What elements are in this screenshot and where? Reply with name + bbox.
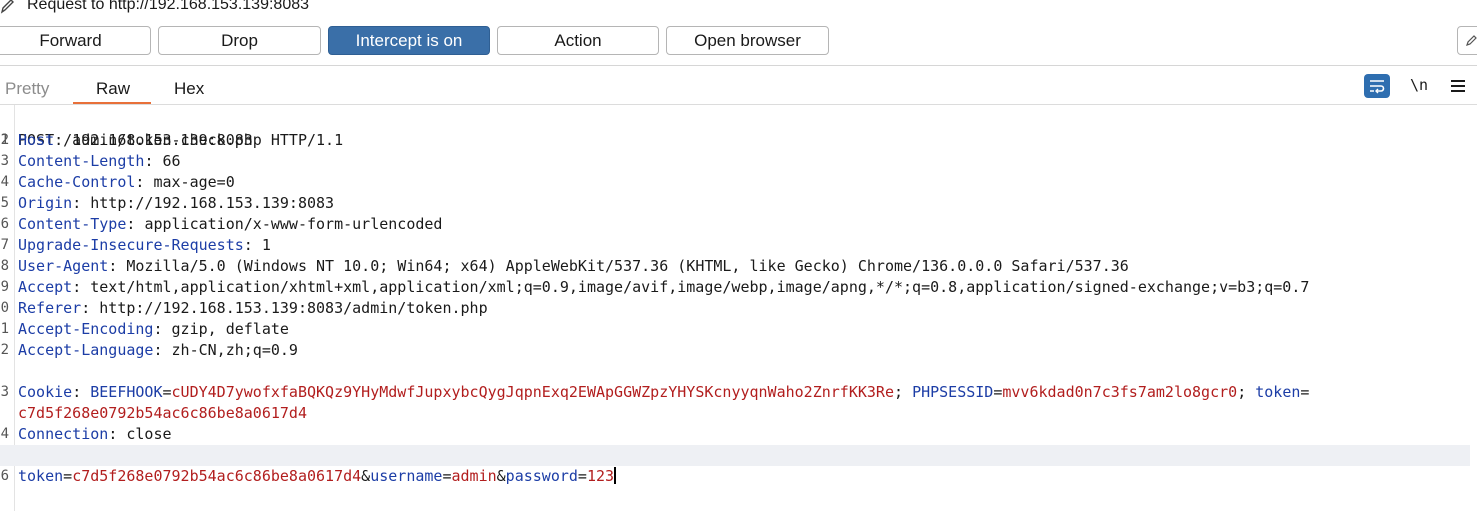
header-value: http://192.168.153.139:8083/admin/token.… bbox=[99, 299, 488, 317]
header-line: 9 Accept: text/html,application/xhtml+xml… bbox=[0, 278, 1310, 296]
connection-line: 4 Connection: close bbox=[0, 425, 172, 443]
header-key: Cache-Control bbox=[18, 173, 136, 191]
header-line: 5 Origin: http://192.168.153.139:8083 bbox=[0, 194, 335, 212]
header-line: 0 Referer: http://192.168.153.139:8083/ad… bbox=[0, 299, 488, 317]
tab-raw[interactable]: Raw bbox=[96, 79, 130, 99]
request-header: Request to http://192.168.153.139:8083 bbox=[0, 0, 1477, 20]
tab-hex[interactable]: Hex bbox=[174, 79, 204, 99]
hamburger-menu-icon[interactable] bbox=[1451, 80, 1465, 92]
tab-pretty[interactable]: Pretty bbox=[5, 79, 49, 99]
body-line: 6 token=c7d5f268e0792b54ac6c86be8a0617d4&… bbox=[0, 445, 1470, 485]
tabs-divider bbox=[0, 104, 1477, 105]
header-key: Referer bbox=[18, 299, 82, 317]
header-line: 4 Cache-Control: max-age=0 bbox=[0, 173, 235, 191]
header-value: 1 bbox=[261, 236, 271, 254]
header-line: 6 Content-Type: application/x-www-form-ur… bbox=[0, 215, 443, 233]
cookie-line: 3 Cookie: BEEFHOOK=cUDY4D7ywofxfaBQKQz9YH… bbox=[0, 383, 1310, 401]
drop-button[interactable]: Drop bbox=[158, 26, 321, 55]
request-title: Request to http://192.168.153.139:8083 bbox=[27, 0, 310, 13]
header-value: http://192.168.153.139:8083 bbox=[90, 194, 335, 212]
cookie-line-wrap: c7d5f268e0792b54ac6c86be8a0617d4 bbox=[18, 404, 307, 422]
header-key: Content-Length bbox=[18, 152, 145, 170]
header-line: 7 Upgrade-Insecure-Requests: 1 bbox=[0, 236, 271, 254]
header-line: 2 Accept-Language: zh-CN,zh;q=0.9 bbox=[0, 341, 298, 359]
header-line: 2 Host: 192.168.153.139:8083 bbox=[0, 131, 253, 149]
intercept-toggle-button[interactable]: Intercept is on bbox=[328, 26, 490, 55]
action-button[interactable]: Action bbox=[497, 26, 659, 55]
header-value: 192.168.153.139:8083 bbox=[72, 131, 253, 149]
edge-toolbar-button[interactable] bbox=[1457, 26, 1477, 55]
header-key: User-Agent bbox=[18, 257, 109, 275]
word-wrap-icon[interactable] bbox=[1364, 74, 1390, 98]
header-key: Content-Type bbox=[18, 215, 127, 233]
pencil-icon bbox=[0, 0, 14, 14]
toolbar-divider bbox=[0, 65, 1477, 66]
header-key: Accept-Language bbox=[18, 341, 154, 359]
text-cursor bbox=[614, 467, 617, 484]
header-line: 1 Accept-Encoding: gzip, deflate bbox=[0, 320, 289, 338]
header-key: Accept bbox=[18, 278, 73, 296]
header-key: Host bbox=[18, 131, 55, 149]
header-value: application/x-www-form-urlencoded bbox=[144, 215, 443, 233]
header-line: 8 User-Agent: Mozilla/5.0 (Windows NT 10.… bbox=[0, 257, 1129, 275]
header-value: text/html,application/xhtml+xml,applicat… bbox=[90, 278, 1310, 296]
open-browser-button[interactable]: Open browser bbox=[666, 26, 829, 55]
header-key: Origin bbox=[18, 194, 73, 212]
request-line: 1 POST /admin/token-check.php HTTP/1.1 bbox=[0, 131, 344, 149]
newline-toggle-icon[interactable]: \n bbox=[1410, 76, 1428, 94]
header-value: max-age=0 bbox=[153, 173, 235, 191]
forward-button[interactable]: Forward bbox=[0, 26, 151, 55]
header-value: Mozilla/5.0 (Windows NT 10.0; Win64; x64… bbox=[126, 257, 1129, 275]
header-line: 3 Content-Length: 66 bbox=[0, 152, 181, 170]
header-key: Upgrade-Insecure-Requests bbox=[18, 236, 244, 254]
header-value: 66 bbox=[162, 152, 181, 170]
header-value: gzip, deflate bbox=[171, 320, 289, 338]
header-value: zh-CN,zh;q=0.9 bbox=[171, 341, 298, 359]
header-key: Accept-Encoding bbox=[18, 320, 154, 338]
edit-icon bbox=[1466, 35, 1477, 46]
